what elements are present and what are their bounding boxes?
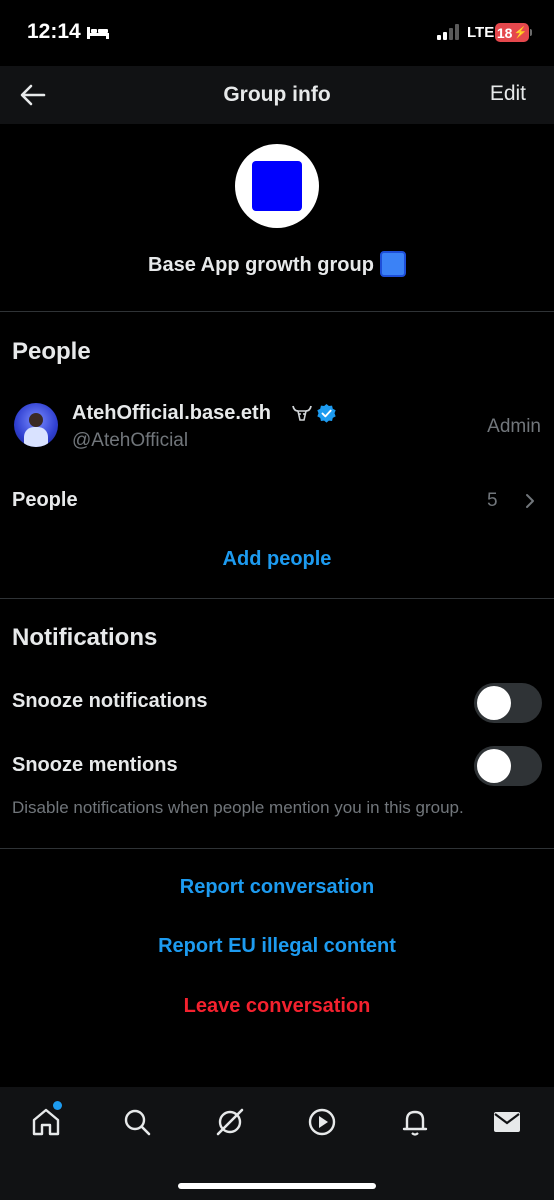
group-avatar[interactable]	[235, 144, 319, 228]
battery-cap	[530, 29, 532, 36]
navigation-header: Group info Edit	[0, 66, 554, 124]
snooze-notifications-toggle[interactable]	[474, 683, 542, 723]
home-indicator[interactable]	[178, 1183, 376, 1189]
charging-icon: ⚡	[513, 27, 528, 39]
tab-home[interactable]	[29, 1105, 63, 1139]
snooze-mentions-toggle[interactable]	[474, 746, 542, 786]
blue-square-emoji-icon	[379, 251, 406, 277]
snooze-notifications-label: Snooze notifications	[12, 690, 208, 712]
blue-square-image	[252, 161, 302, 211]
search-icon	[124, 1109, 151, 1136]
tab-notifications[interactable]	[398, 1105, 432, 1139]
mail-icon	[494, 1112, 520, 1132]
report-eu-illegal-content-button[interactable]: Report EU illegal content	[0, 935, 554, 958]
member-avatar[interactable]	[14, 403, 58, 447]
signal-icon	[437, 24, 459, 40]
group-name: Base App growth group	[0, 251, 554, 277]
member-display-name[interactable]: AtehOfficial.base.eth	[72, 402, 271, 425]
toggle-knob	[477, 749, 511, 783]
tab-video[interactable]	[305, 1105, 339, 1139]
chevron-right-icon[interactable]	[523, 492, 537, 510]
bull-emoji-icon	[292, 405, 312, 421]
avatar-figure-body	[24, 427, 48, 447]
bell-icon	[402, 1110, 428, 1136]
leave-conversation-button[interactable]: Leave conversation	[0, 995, 554, 1018]
video-icon	[308, 1108, 336, 1136]
home-icon	[32, 1108, 60, 1136]
snooze-mentions-label: Snooze mentions	[12, 754, 178, 776]
add-people-button[interactable]: Add people	[0, 548, 554, 571]
people-count: 5	[487, 490, 498, 511]
people-row-label[interactable]: People	[12, 489, 78, 512]
home-badge-dot	[53, 1101, 62, 1110]
edit-button[interactable]: Edit	[490, 82, 526, 106]
status-bar: 12:14 LTE 18 ⚡	[0, 0, 554, 66]
toggle-knob	[477, 686, 511, 720]
report-conversation-button[interactable]: Report conversation	[0, 876, 554, 899]
member-handle: @AtehOfficial	[72, 430, 189, 451]
verified-badge-icon	[317, 403, 336, 423]
grok-icon	[216, 1108, 244, 1136]
sleep-focus-icon	[87, 27, 109, 39]
notifications-section-title: Notifications	[12, 624, 158, 651]
snooze-mentions-helper-text: Disable notifications when people mentio…	[12, 798, 464, 817]
divider	[0, 848, 554, 849]
divider	[0, 598, 554, 599]
page-title: Group info	[223, 83, 331, 106]
battery-level: 18	[496, 24, 513, 41]
tab-search[interactable]	[120, 1105, 154, 1139]
divider	[0, 311, 554, 312]
member-role-badge: Admin	[487, 416, 541, 437]
tab-grok[interactable]	[213, 1105, 247, 1139]
network-type: LTE	[467, 24, 495, 41]
people-section-title: People	[12, 338, 91, 365]
battery-indicator: 18 ⚡	[495, 23, 529, 42]
avatar-figure-head	[29, 413, 43, 427]
group-name-text: Base App growth group	[148, 254, 374, 276]
tab-messages[interactable]	[490, 1105, 524, 1139]
status-time: 12:14	[27, 20, 81, 43]
